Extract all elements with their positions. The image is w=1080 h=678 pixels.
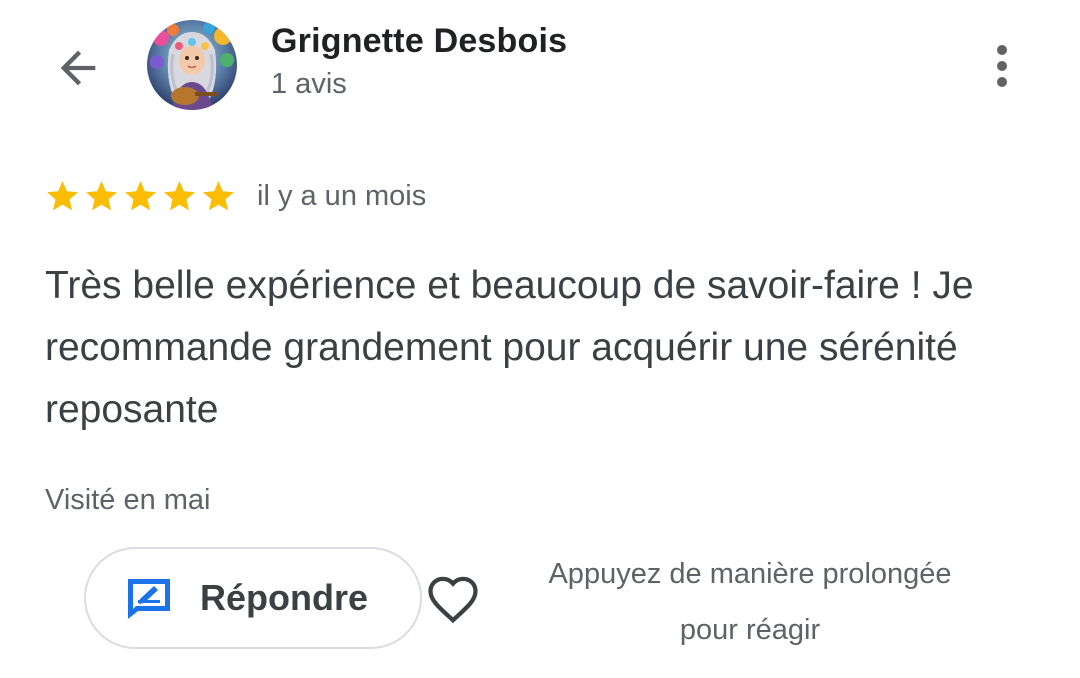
star-icon (47, 180, 78, 210)
star-icon (125, 180, 156, 210)
review-text: Très belle expérience et beaucoup de sav… (45, 264, 974, 431)
author-name[interactable]: Grignette Desbois (271, 22, 567, 61)
star-rating (44, 178, 237, 215)
more-options-button[interactable] (980, 38, 1024, 94)
star-icon (86, 180, 117, 210)
back-button[interactable] (50, 40, 106, 96)
visit-date: Visité en mai (45, 484, 211, 516)
like-button[interactable] (422, 570, 484, 630)
avatar[interactable] (147, 20, 237, 110)
heart-outline-icon (428, 576, 478, 624)
reply-label: Répondre (200, 577, 369, 618)
star-icon (203, 180, 234, 210)
reply-icon (128, 579, 170, 619)
review-date: il y a un mois (257, 179, 427, 212)
more-vertical-icon (997, 45, 1007, 55)
reaction-hint-line2: pour réagir (679, 614, 821, 646)
rating-row: il y a un mois (44, 174, 426, 218)
reaction-hint: Appuyez de manière prolongée pour réagir (500, 546, 1000, 658)
star-icon (164, 180, 195, 210)
reaction-hint-line1: Appuyez de manière prolongée (548, 558, 952, 590)
arrow-left-icon (60, 50, 96, 86)
reply-button[interactable]: Répondre (84, 547, 422, 649)
review-count: 1 avis (271, 68, 347, 100)
